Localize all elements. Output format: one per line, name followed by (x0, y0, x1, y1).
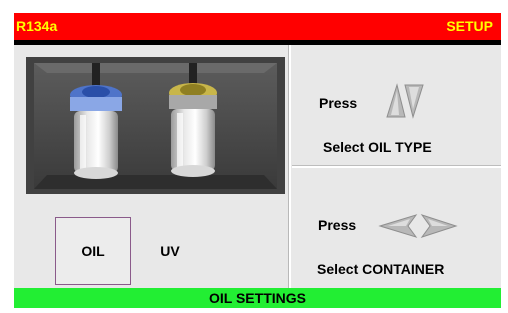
up-down-arrows-icon (385, 83, 425, 119)
title-bar: R134a SETUP (14, 13, 501, 40)
oil-option-label: OIL (81, 243, 105, 259)
container-instruction: Select CONTAINER (317, 261, 445, 277)
container-press-label: Press (318, 217, 357, 233)
oil-type-instruction: Select OIL TYPE (323, 139, 432, 155)
uv-option-button[interactable]: UV (132, 217, 208, 285)
oil-type-press-label: Press (319, 95, 358, 111)
main-panel: OIL UV Press Select OIL TYPE Press Selec… (14, 45, 501, 288)
horizontal-divider (292, 166, 501, 168)
status-bar: OIL SETTINGS (14, 288, 501, 308)
containers-image (26, 57, 285, 194)
refrigerant-label: R134a (16, 18, 58, 34)
oil-option-button[interactable]: OIL (55, 217, 131, 285)
left-right-arrows-icon (378, 213, 458, 239)
status-label: OIL SETTINGS (209, 290, 306, 306)
device-screen: R134a SETUP OIL UV Press Select OIL TYPE… (14, 13, 501, 308)
oil-containers-illustration (34, 63, 277, 189)
vertical-divider (289, 45, 291, 288)
uv-option-label: UV (160, 243, 180, 259)
mode-label: SETUP (446, 18, 493, 34)
